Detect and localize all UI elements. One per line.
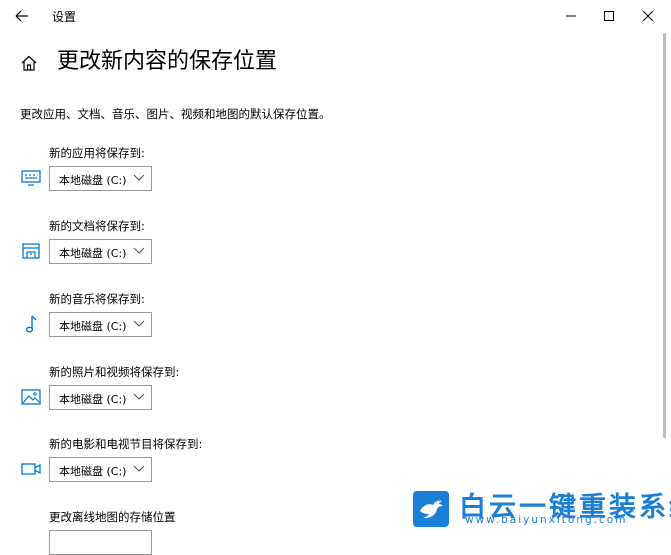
bird-logo-icon bbox=[413, 491, 449, 527]
chevron-down-icon bbox=[133, 247, 145, 254]
chevron-down-icon bbox=[133, 393, 145, 400]
music-save-label: 新的音乐将保存到: bbox=[49, 292, 145, 306]
back-arrow-icon[interactable] bbox=[12, 6, 32, 26]
documents-location-value: 本地磁盘 (C:) bbox=[59, 247, 127, 260]
movies-location-value: 本地磁盘 (C:) bbox=[59, 465, 127, 478]
video-camera-icon bbox=[21, 463, 41, 475]
window-title: 设置 bbox=[52, 10, 77, 24]
monitor-icon bbox=[21, 170, 41, 186]
home-icon[interactable] bbox=[20, 54, 38, 72]
page-title: 更改新内容的保存位置 bbox=[57, 49, 278, 74]
picture-icon bbox=[21, 389, 41, 405]
maximize-icon[interactable] bbox=[598, 6, 620, 26]
music-location-value: 本地磁盘 (C:) bbox=[59, 320, 127, 333]
photos-location-value: 本地磁盘 (C:) bbox=[59, 393, 127, 406]
scrollbar[interactable] bbox=[663, 33, 666, 438]
chevron-down-icon bbox=[133, 465, 145, 472]
apps-save-label: 新的应用将保存到: bbox=[49, 146, 145, 160]
title-bar: 设置 bbox=[0, 0, 671, 32]
movies-location-dropdown[interactable]: 本地磁盘 (C:) bbox=[49, 457, 152, 482]
photos-save-label: 新的照片和视频将保存到: bbox=[49, 365, 180, 379]
music-note-icon bbox=[25, 315, 37, 333]
chevron-down-icon bbox=[133, 174, 145, 181]
watermark: 白云一键重装系统 www.baiyunxitong.com bbox=[413, 487, 671, 531]
page-description: 更改应用、文档、音乐、图片、视频和地图的默认保存位置。 bbox=[20, 107, 331, 121]
music-location-dropdown[interactable]: 本地磁盘 (C:) bbox=[49, 312, 152, 337]
documents-location-dropdown[interactable]: 本地磁盘 (C:) bbox=[49, 239, 152, 264]
close-icon[interactable] bbox=[637, 6, 659, 26]
movies-save-label: 新的电影和电视节目将保存到: bbox=[49, 437, 203, 451]
minimize-icon[interactable] bbox=[560, 6, 582, 26]
watermark-url: www.baiyunxitong.com bbox=[465, 514, 628, 526]
chevron-down-icon bbox=[133, 320, 145, 327]
offline-maps-dropdown[interactable] bbox=[49, 530, 152, 555]
photos-location-dropdown[interactable]: 本地磁盘 (C:) bbox=[49, 385, 152, 410]
apps-location-value: 本地磁盘 (C:) bbox=[59, 174, 127, 187]
apps-location-dropdown[interactable]: 本地磁盘 (C:) bbox=[49, 166, 152, 191]
drive-icon bbox=[22, 243, 40, 259]
documents-save-label: 新的文档将保存到: bbox=[49, 219, 145, 233]
offline-maps-label: 更改离线地图的存储位置 bbox=[49, 510, 176, 524]
